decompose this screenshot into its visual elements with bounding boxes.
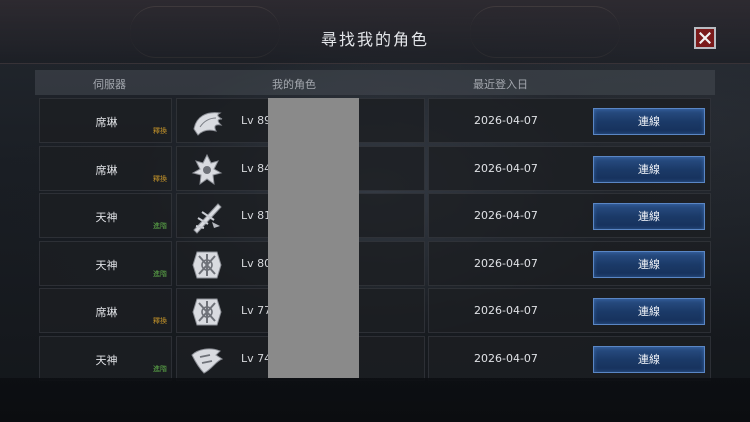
last-login-date: 2026-04-07 <box>474 256 538 270</box>
bottom-shade <box>0 378 750 422</box>
redacted-character-names <box>268 98 359 378</box>
last-login-date: 2026-04-07 <box>474 351 538 365</box>
rune-emblem-icon <box>192 298 222 326</box>
column-header-last-login: 最近登入日 <box>473 78 528 91</box>
server-cell: 天神 進階 <box>39 335 172 381</box>
character-level: Lv 77 <box>241 304 272 317</box>
character-level: Lv 81 <box>241 209 272 222</box>
last-login-date: 2026-04-07 <box>474 161 538 175</box>
dialog-title: 尋找我的角色 <box>320 30 429 49</box>
wing-emblem-icon <box>193 112 223 136</box>
table-header: 伺服器 我的角色 最近登入日 <box>35 70 715 95</box>
server-cell: 席琳 釋換 <box>39 288 172 333</box>
last-login-cell: 2026-04-07 連線 <box>428 98 711 143</box>
last-login-cell: 2026-04-07 連線 <box>428 145 711 191</box>
server-tag: 釋換 <box>153 127 167 135</box>
character-row: 席琳 釋換 Lv 84 2026-04-07 連線 <box>39 145 711 191</box>
connect-button[interactable]: 連線 <box>593 250 705 278</box>
server-tag: 進階 <box>153 222 167 230</box>
column-header-server: 伺服器 <box>93 78 126 91</box>
character-level: Lv 89 <box>241 114 272 127</box>
server-cell: 天神 進階 <box>39 240 172 286</box>
connect-button[interactable]: 連線 <box>593 203 705 230</box>
last-login-date: 2026-04-07 <box>474 209 538 222</box>
last-login-date: 2026-04-07 <box>474 304 538 317</box>
rune-emblem-icon <box>192 251 222 278</box>
character-row: 天神 進階 Lv 74 2026-04-07 連線 <box>39 335 711 381</box>
last-login-cell: 2026-04-07 連線 <box>428 288 711 333</box>
connect-button[interactable]: 連線 <box>593 155 705 183</box>
close-icon <box>699 32 711 44</box>
connect-button[interactable]: 連線 <box>593 345 705 373</box>
beast-emblem-icon <box>191 347 224 374</box>
column-header-character: 我的角色 <box>272 78 316 91</box>
close-button[interactable] <box>694 27 716 49</box>
server-tag: 進階 <box>153 364 167 373</box>
server-cell: 席琳 釋換 <box>39 145 172 191</box>
server-tag: 釋換 <box>153 317 167 325</box>
character-row: 席琳 釋換 Lv 77 2026-04-07 連線 <box>39 288 711 333</box>
character-level: Lv 84 <box>241 161 272 175</box>
connect-button[interactable]: 連線 <box>593 298 705 325</box>
character-level: Lv 74 <box>241 351 272 365</box>
character-level: Lv 80 <box>241 256 272 270</box>
character-row: 天神 進階 Lv 80 2026-04-07 連線 <box>39 240 711 286</box>
server-cell: 天神 進階 <box>39 193 172 238</box>
server-tag: 釋換 <box>153 174 167 183</box>
last-login-date: 2026-04-07 <box>474 114 538 127</box>
character-row: 席琳 釋換 Lv 89 2026-04-07 連線 <box>39 98 711 143</box>
blade-emblem-icon <box>193 203 222 234</box>
last-login-cell: 2026-04-07 連線 <box>428 240 711 286</box>
server-tag: 進階 <box>153 269 167 278</box>
last-login-cell: 2026-04-07 連線 <box>428 335 711 381</box>
server-cell: 席琳 釋換 <box>39 98 172 143</box>
connect-button[interactable]: 連線 <box>593 108 705 135</box>
character-row: 天神 進階 Lv 81 2026-04-07 連線 <box>39 193 711 238</box>
crest-emblem-icon <box>191 153 223 185</box>
last-login-cell: 2026-04-07 連線 <box>428 193 711 238</box>
